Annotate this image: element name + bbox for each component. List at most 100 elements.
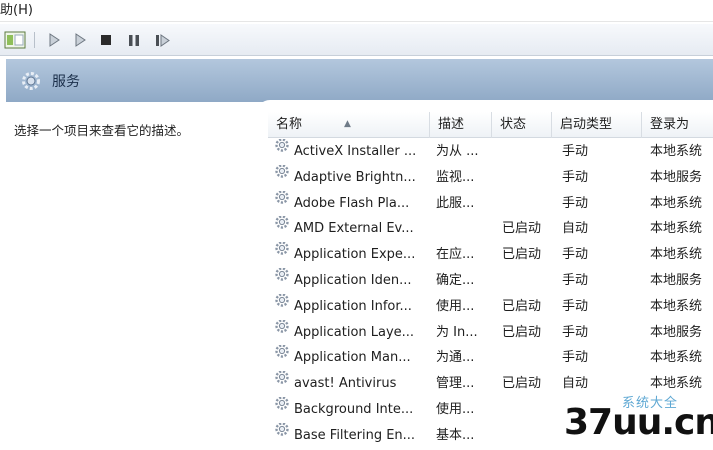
toolbar-separator — [34, 32, 35, 48]
service-description-cell: 使用... — [436, 294, 494, 320]
service-row[interactable]: Adobe Flash Pla... 此服... 手动 本地系统 — [268, 190, 713, 217]
service-status-cell: 已启动 — [502, 216, 554, 242]
service-row[interactable]: Application Man... 为通... 手动 本地系统 — [268, 345, 713, 371]
service-status-cell: 已启动 — [502, 371, 554, 397]
service-status: 已启动 — [502, 376, 542, 392]
view-pane-icon[interactable] — [2, 30, 28, 50]
service-status-cell: 已启动 — [502, 294, 554, 320]
pause-icon[interactable] — [124, 30, 144, 50]
service-row[interactable]: Application Expe... 在应... 已启动 手动 本地系统 — [268, 242, 713, 268]
service-name-cell: Base Filtering En... — [274, 422, 436, 449]
watermark-logo: 系统大全 37uu.cn — [540, 390, 713, 450]
service-gear-icon — [274, 397, 290, 421]
service-gear-icon — [274, 345, 290, 369]
service-name: Adaptive Brightn... — [294, 169, 416, 185]
service-description-cell: 为通... — [436, 345, 494, 371]
service-gear-icon — [274, 164, 290, 189]
service-startup-type: 手动 — [562, 169, 589, 185]
service-gear-icon — [274, 293, 290, 318]
service-startup-type-cell: 手动 — [562, 191, 642, 217]
service-gear-icon — [274, 242, 290, 266]
service-startup-type-cell: 手动 — [562, 320, 642, 346]
column-header-name[interactable]: 名称 ▲ — [268, 112, 430, 138]
service-description-cell: 使用... — [436, 397, 494, 423]
service-logon-as: 本地服务 — [650, 273, 703, 288]
service-status-cell — [502, 268, 554, 294]
service-logon-as-cell: 本地系统 — [650, 216, 713, 242]
service-name-cell: Adobe Flash Pla... — [274, 190, 436, 217]
service-description: 为 In... — [436, 324, 478, 340]
service-name: Application Laye... — [294, 324, 415, 340]
play-icon[interactable] — [70, 30, 90, 50]
service-name-cell: Application Man... — [274, 345, 436, 371]
service-description: 基本... — [436, 427, 475, 443]
service-description-cell: 管理... — [436, 371, 494, 397]
service-startup-type-cell: 手动 — [562, 268, 642, 294]
column-header-description[interactable]: 描述 — [430, 112, 492, 138]
service-name-cell: Adaptive Brightn... — [274, 164, 436, 191]
service-description: 使用... — [436, 298, 475, 314]
service-name: Application Man... — [294, 350, 411, 366]
service-description: 使用... — [436, 402, 475, 417]
service-startup-type-cell: 手动 — [562, 242, 642, 268]
restart-icon[interactable] — [152, 30, 174, 50]
panel-title: 服务 — [52, 74, 80, 90]
service-row[interactable]: AMD External Ev... 已启动 自动 本地系统 — [268, 216, 713, 242]
service-startup-type: 自动 — [562, 376, 589, 392]
menu-bar: 助(H) — [0, 0, 713, 22]
service-name-cell: avast! Antivirus — [274, 371, 436, 397]
service-description-cell: 确定... — [436, 268, 494, 294]
service-logon-as-cell: 本地系统 — [650, 345, 713, 371]
service-startup-type: 手动 — [562, 247, 589, 263]
menu-help[interactable]: 助(H) — [0, 3, 33, 19]
service-name: Application Expe... — [294, 247, 416, 263]
service-name: Adobe Flash Pla... — [294, 195, 410, 211]
stop-icon[interactable] — [96, 30, 116, 50]
service-description: 为通... — [436, 350, 475, 366]
service-name: Base Filtering En... — [294, 427, 416, 443]
service-name-cell: Application Infor... — [274, 293, 436, 320]
service-status: 已启动 — [502, 324, 542, 340]
service-name: Background Inte... — [294, 402, 414, 417]
service-name: Application Iden... — [294, 273, 412, 288]
service-description: 确定... — [436, 273, 475, 288]
service-gear-icon — [274, 422, 290, 447]
service-startup-type: 手动 — [562, 144, 589, 159]
service-name: avast! Antivirus — [294, 376, 397, 392]
service-logon-as: 本地系统 — [650, 298, 703, 314]
service-status-cell: 已启动 — [502, 320, 554, 346]
service-description-cell: 监视... — [436, 165, 494, 191]
service-gear-icon — [274, 268, 290, 292]
column-header-status[interactable]: 状态 — [492, 112, 552, 138]
service-row[interactable]: ActiveX Installer ... 为从 ... 手动 本地系统 — [268, 139, 713, 165]
service-description: 在应... — [436, 247, 475, 263]
column-header-startup-type[interactable]: 启动类型 — [552, 112, 642, 138]
service-logon-as-cell: 本地服务 — [650, 268, 713, 294]
service-startup-type: 手动 — [562, 273, 589, 288]
service-row[interactable]: Adaptive Brightn... 监视... 手动 本地服务 — [268, 164, 713, 191]
service-logon-as: 本地系统 — [650, 221, 703, 237]
service-gear-icon — [274, 190, 290, 215]
service-description: 此服... — [436, 195, 475, 211]
service-logon-as: 本地系统 — [650, 376, 703, 392]
service-startup-type: 手动 — [562, 298, 589, 314]
panel-header: 服务 — [6, 58, 713, 102]
service-status: 已启动 — [502, 221, 542, 237]
service-row[interactable]: Application Laye... 为 In... 已启动 手动 本地服务 — [268, 319, 713, 346]
service-startup-type-cell: 手动 — [562, 345, 642, 371]
service-status-cell — [502, 191, 554, 217]
play-icon[interactable] — [44, 30, 64, 50]
service-row[interactable]: Application Infor... 使用... 已启动 手动 本地系统 — [268, 293, 713, 320]
service-logon-as: 本地系统 — [650, 247, 703, 263]
service-startup-type: 手动 — [562, 350, 589, 366]
column-header-logon-as[interactable]: 登录为 — [642, 112, 713, 138]
description-text: 选择一个项目来查看它的描述。 — [14, 123, 190, 138]
service-description: 监视... — [436, 169, 475, 185]
service-description-cell: 此服... — [436, 191, 494, 217]
column-headers: 名称 ▲ 描述 状态 启动类型 登录为 — [268, 112, 713, 138]
service-name-cell: AMD External Ev... — [274, 216, 436, 242]
service-logon-as-cell: 本地服务 — [650, 165, 713, 191]
service-row[interactable]: Application Iden... 确定... 手动 本地服务 — [268, 268, 713, 294]
service-startup-type: 自动 — [562, 221, 589, 237]
service-description-cell: 基本... — [436, 423, 494, 449]
